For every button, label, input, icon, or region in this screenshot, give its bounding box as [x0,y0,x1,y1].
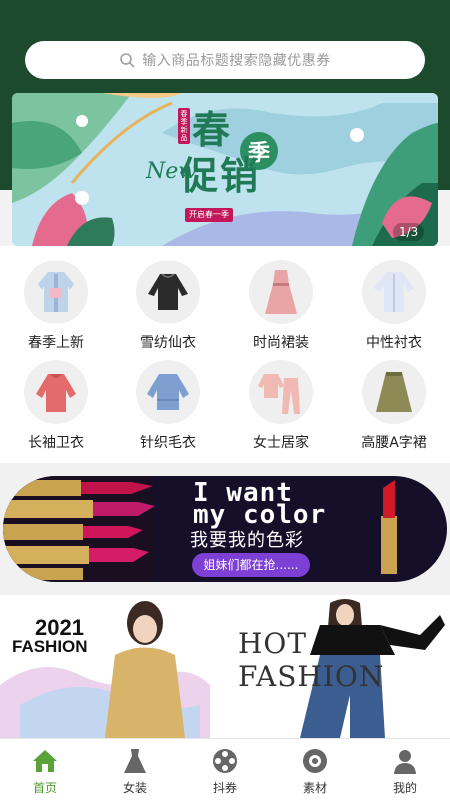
tab-douyin-coupons[interactable]: 抖券 [180,739,270,800]
dress-image-icon [249,260,313,324]
search-icon [120,53,135,68]
hoodie-image-icon [24,360,88,424]
chiffon-blouse-icon [136,260,200,324]
category-label: 春季上新 [28,335,84,351]
category-label: 长袖卫衣 [28,435,84,451]
category-hoodies[interactable]: 长袖卫衣 [0,360,112,460]
sweater-image-icon [136,360,200,424]
category-label: 雪纺仙衣 [140,335,196,351]
tab-mine[interactable]: 我的 [360,739,450,800]
tab-label: 首页 [32,781,57,795]
promo-cta-button[interactable]: 姐妹们都在抢...... [192,553,310,577]
promo-subheading: 我要我的色彩 [190,530,304,551]
loungewear-image-icon [249,360,313,424]
tab-label: 素材 [302,781,327,795]
category-spring-new[interactable]: 春季上新 [0,260,112,360]
category-a-line-skirts[interactable]: 高腰A字裙 [338,360,450,460]
category-grid: 春季上新 雪纺仙衣 时尚裙装 中性衬衣 长袖卫衣 针织毛衣 女士居家 高腰A字裙 [0,246,450,463]
shirt-image-icon [362,260,426,324]
category-label: 时尚裙装 [253,335,309,351]
fashion-label-right: FASHION [238,660,385,693]
category-label: 中性衬衣 [366,335,422,351]
user-icon [391,747,419,775]
fashion-label-left: FASHION [12,637,88,656]
tab-womens-wear[interactable]: 女装 [90,739,180,800]
banner-page-counter: 1/3 [393,223,425,241]
search-placeholder: 输入商品标题搜索隐藏优惠券 [142,53,331,69]
dress-icon [121,747,149,775]
home-icon [31,747,59,775]
category-label: 针织毛衣 [140,435,196,451]
category-chiffon[interactable]: 雪纺仙衣 [112,260,224,360]
hoodie-jacket-icon [24,260,88,324]
category-dresses[interactable]: 时尚裙装 [225,260,337,360]
film-reel-icon [211,747,239,775]
category-label: 高腰A字裙 [361,435,427,451]
banner-small-tag: 开启春一季 [185,208,233,222]
tab-label: 抖券 [212,781,237,795]
category-unisex-shirts[interactable]: 中性衬衣 [338,260,450,360]
fashion-hot-label: HOT [238,627,308,660]
tab-home[interactable]: 首页 [0,739,90,800]
search-bar[interactable]: 输入商品标题搜索隐藏优惠券 [25,41,425,79]
bottom-tab-bar: 首页 女装 抖券 素材 我的 [0,738,450,800]
banner-new-text: New [146,159,198,184]
banner-vertical-tag: 春季新品 [178,108,190,144]
tab-label: 女装 [122,781,147,795]
spring-sale-banner[interactable]: 春季新品 季 春 促销 New 开启春一季 1/3 [12,93,438,246]
tab-materials[interactable]: 素材 [270,739,360,800]
category-loungewear[interactable]: 女士居家 [225,360,337,460]
skirt-image-icon [362,360,426,424]
category-label: 女士居家 [253,435,309,451]
category-knit-sweaters[interactable]: 针织毛衣 [112,360,224,460]
camera-aperture-icon [301,747,329,775]
tab-label: 我的 [392,781,417,795]
